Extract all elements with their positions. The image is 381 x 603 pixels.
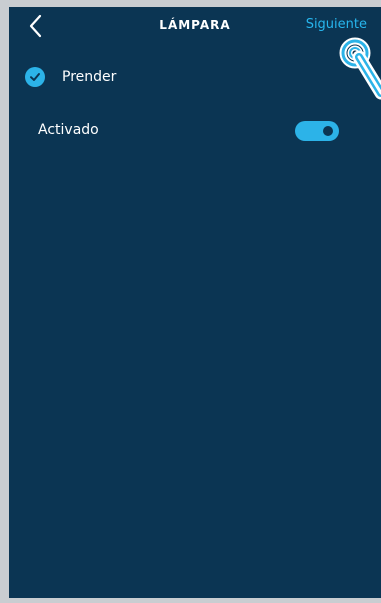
header: LÁMPARA Siguiente [9, 7, 381, 47]
option-label: Prender [62, 69, 117, 85]
toggle-label: Activado [38, 122, 99, 138]
activado-toggle[interactable] [295, 121, 339, 141]
tap-hand-icon [339, 37, 381, 100]
checkmark-icon [25, 67, 45, 87]
app-screen: LÁMPARA Siguiente Prender Activado [9, 7, 381, 598]
next-button[interactable]: Siguiente [306, 17, 367, 32]
toggle-row: Activado [38, 119, 339, 143]
toggle-knob [323, 126, 333, 136]
option-prender[interactable]: Prender [25, 65, 116, 89]
